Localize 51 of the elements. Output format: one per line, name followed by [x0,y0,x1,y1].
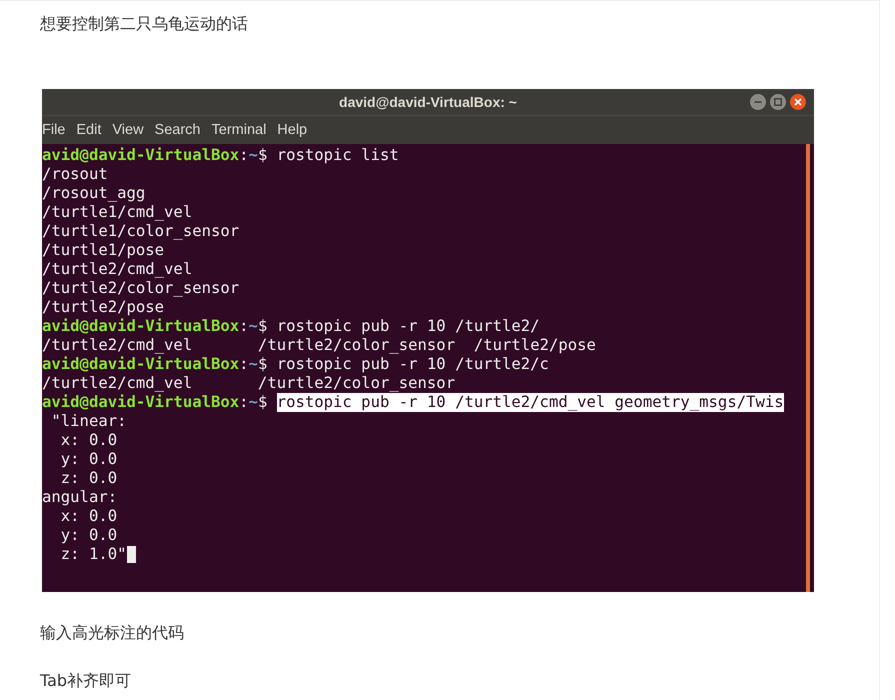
prompt-separator: : [239,355,249,374]
output-text: /rosout_agg [42,184,146,203]
prompt-user: avid@david-VirtualBox [42,146,240,165]
scrollbar[interactable] [806,144,810,592]
prompt-user: avid@david-VirtualBox [42,355,240,374]
output-text: x: 0.0 [60,507,118,526]
output-text: /turtle1/pose [42,241,164,260]
close-icon[interactable] [790,94,806,110]
paragraph: 输入高光标注的代码 [40,622,185,644]
prompt-path: ~ [248,146,258,165]
output-text: x: 0.0 [60,431,118,450]
output-text: /turtle2/cmd_vel [42,260,192,279]
menu-item[interactable]: Help [277,122,308,138]
output-text: y: 0.0 [60,526,118,545]
output-text: /turtle1/cmd_vel [42,203,192,222]
output-text: y: 0.0 [60,450,118,469]
output-text: /rosout [42,165,108,184]
menu-item[interactable]: File [42,122,66,138]
output-text: /turtle2/cmd_vel /turtle2/color_sensor /turtle2/pose [42,336,596,355]
output-text: /turtle1/color_sensor [42,222,240,241]
menu-item[interactable]: Terminal [212,122,266,138]
output-text: z: 1.0" [60,545,126,564]
output-text: z: 0.0 [60,469,118,488]
output-text: angular: [42,488,118,507]
command-text: rostopic pub -r 10 /turtle2/c [276,355,549,374]
output-text: /turtle2/cmd_vel /turtle2/color_sensor [42,374,456,393]
output-text: /turtle2/pose [42,298,164,317]
paragraph: Tab补齐即可 [40,670,132,692]
prompt-path: ~ [248,317,258,336]
prompt-user: avid@david-VirtualBox [42,317,240,336]
prompt-separator: : [239,146,249,165]
command-text: rostopic list [276,146,399,165]
prompt-sigil: $ [258,355,268,374]
prompt-user: avid@david-VirtualBox [42,393,240,412]
prompt-sigil: $ [258,317,268,336]
output-text: "linear: [50,412,126,431]
prompt-sigil: $ [258,393,268,412]
menu-item[interactable]: Edit [76,122,102,138]
paragraph: 想要控制第二只乌龟运动的话 [40,13,249,35]
menu-item[interactable]: Search [154,122,200,138]
prompt-separator: : [239,317,249,336]
menu-item[interactable]: View [112,122,144,138]
highlighted-command: rostopic pub -r 10 /turtle2/cmd_vel geometry_msgs/Twis [276,393,784,412]
output-text: /turtle2/color_sensor [42,279,240,298]
command-text: rostopic pub -r 10 /turtle2/ [276,317,540,336]
minimize-icon[interactable] [750,94,766,110]
prompt-separator: : [239,393,249,412]
prompt-path: ~ [248,393,258,412]
prompt-path: ~ [248,355,258,374]
window-title: david@david-VirtualBox: ~ [339,94,517,110]
prompt-sigil: $ [258,146,268,165]
